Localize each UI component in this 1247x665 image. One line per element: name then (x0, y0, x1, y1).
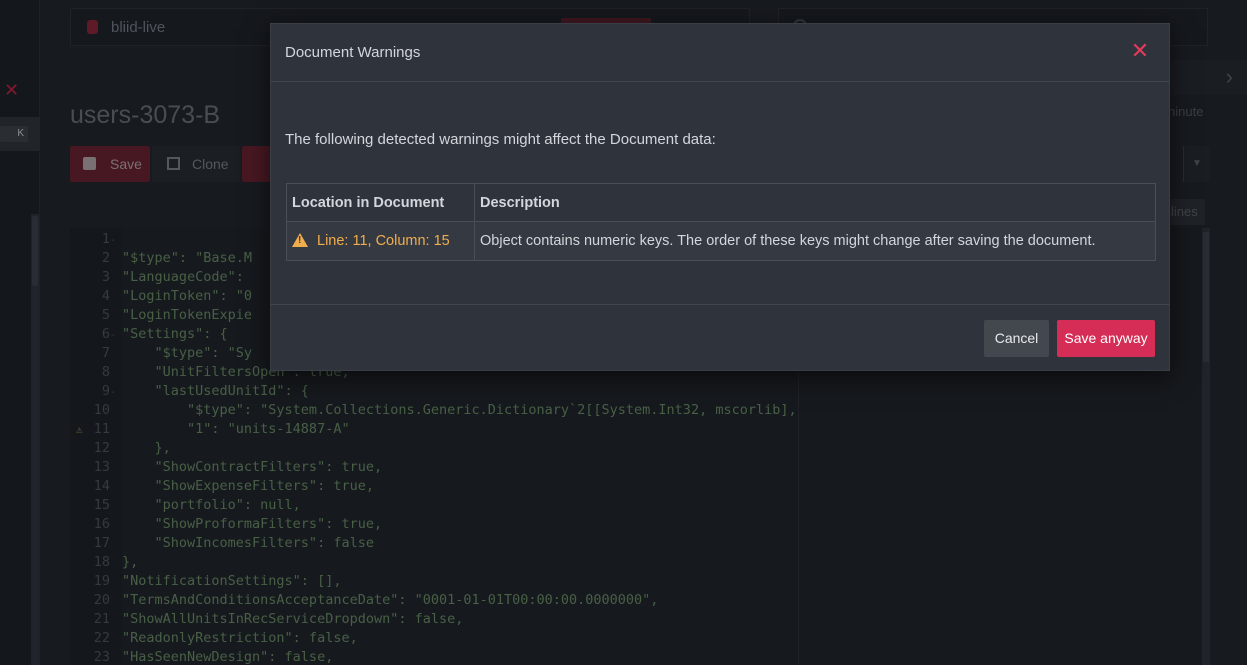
warnings-table: Location in Document Description Line: 1… (286, 183, 1156, 261)
save-anyway-button[interactable]: Save anyway (1057, 320, 1155, 357)
column-header-description: Description (474, 183, 1156, 222)
close-icon[interactable]: ✕ (1129, 38, 1151, 64)
warning-location-cell[interactable]: Line: 11, Column: 15 (286, 221, 475, 261)
modal-intro-text: The following detected warnings might af… (285, 131, 716, 148)
column-header-location: Location in Document (286, 183, 475, 222)
modal-title: Document Warnings (285, 44, 421, 61)
table-row: Line: 11, Column: 15 Object contains num… (286, 221, 1156, 261)
warning-description: Object contains numeric keys. The order … (474, 221, 1156, 261)
document-warnings-dialog: Document Warnings ✕ The following detect… (270, 23, 1170, 371)
warning-location: Line: 11, Column: 15 (317, 233, 450, 249)
modal-header: Document Warnings ✕ (271, 24, 1169, 82)
cancel-button[interactable]: Cancel (984, 320, 1049, 357)
warning-icon (292, 233, 308, 247)
modal-footer: Cancel Save anyway (271, 304, 1169, 371)
